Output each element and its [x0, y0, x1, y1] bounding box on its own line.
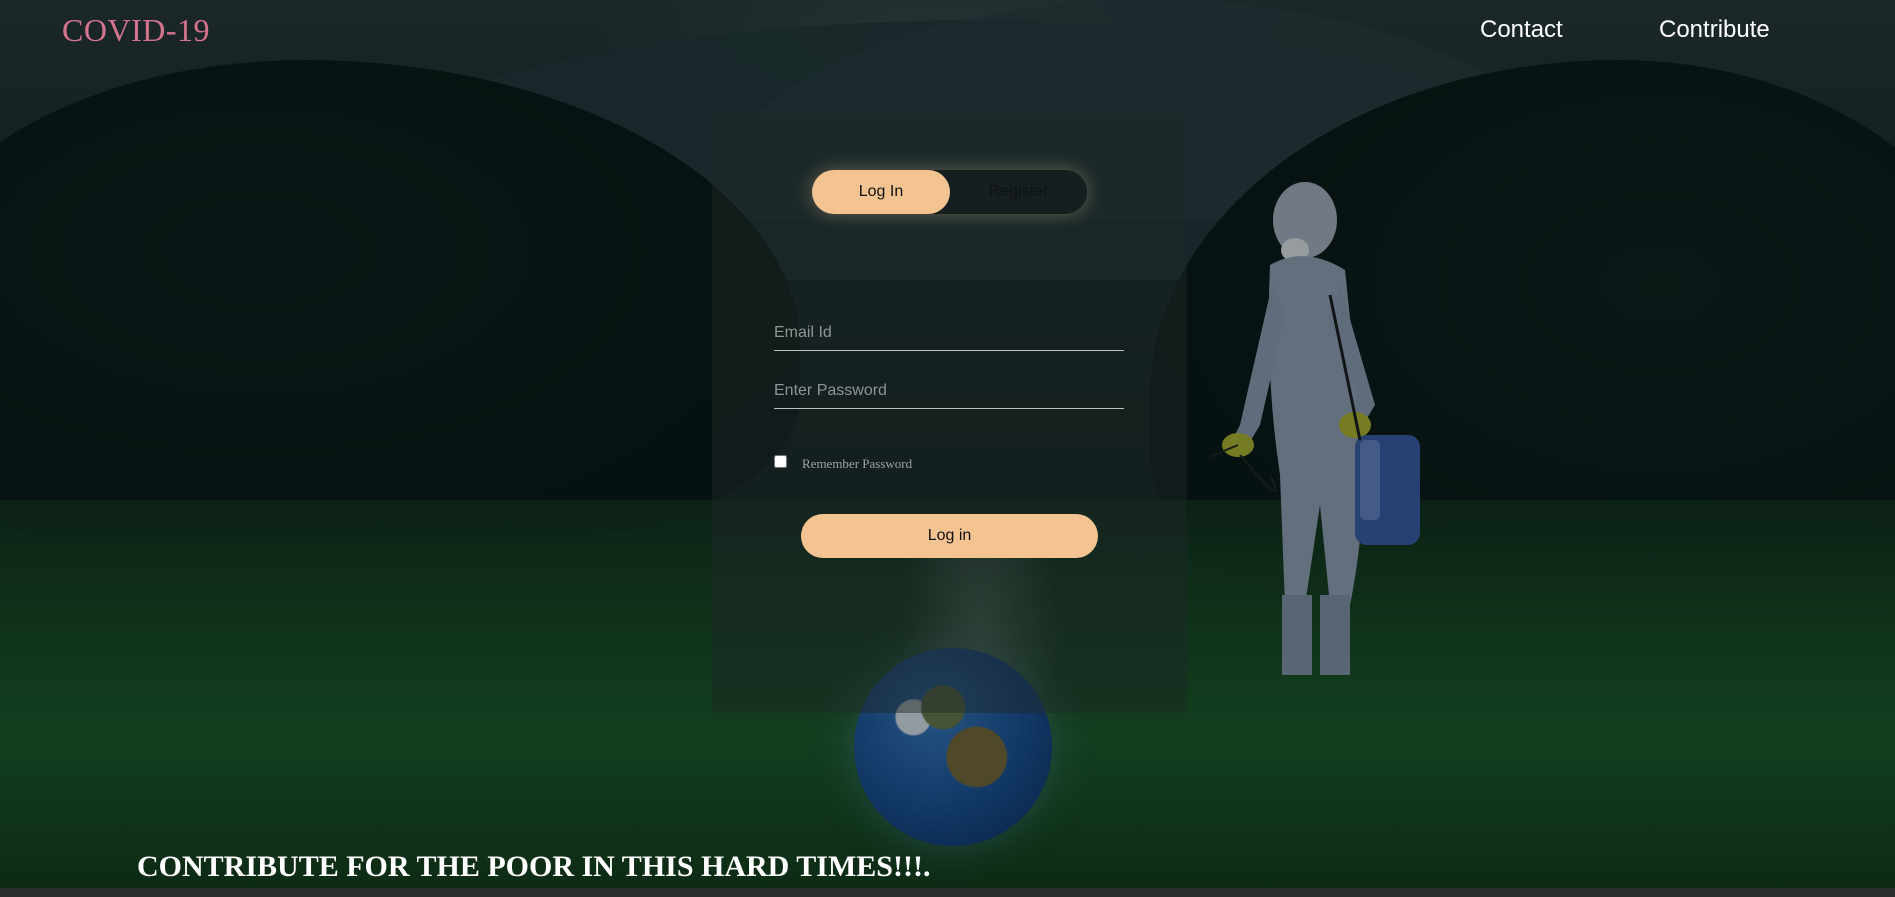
tab-register[interactable]: Register [950, 170, 1087, 214]
nav-link-contribute[interactable]: Contribute [1659, 16, 1770, 44]
password-field[interactable] [774, 374, 1124, 409]
remember-password-checkbox[interactable] [774, 455, 787, 468]
login-panel: Log In Register Remember Password Log in [712, 113, 1187, 713]
login-submit-button[interactable]: Log in [801, 514, 1098, 558]
brand-logo[interactable]: COVID-19 [62, 12, 210, 49]
footer-tagline: CONTRIBUTE FOR THE POOR IN THIS HARD TIM… [137, 850, 931, 883]
remember-password-label: Remember Password [802, 456, 913, 471]
nav-link-contact[interactable]: Contact [1480, 16, 1563, 44]
horizontal-scrollbar[interactable] [0, 888, 1895, 897]
email-field[interactable] [774, 316, 1124, 351]
auth-tab-switch: Log In Register [812, 170, 1087, 214]
tab-login[interactable]: Log In [812, 170, 950, 214]
